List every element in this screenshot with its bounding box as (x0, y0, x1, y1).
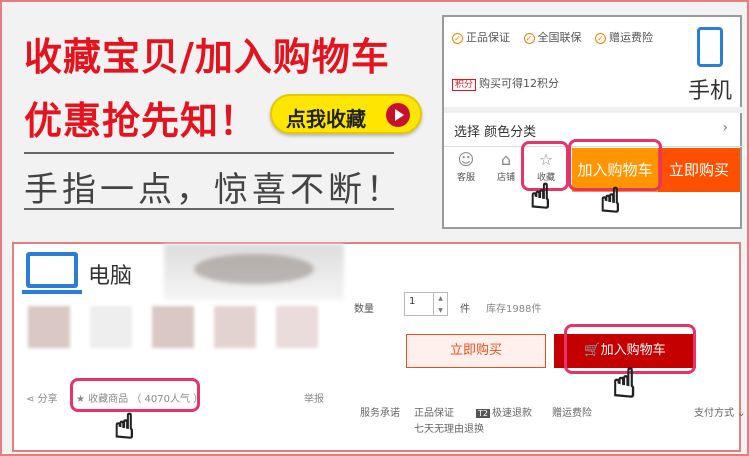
stock-count: 库存1988件 (486, 304, 542, 315)
store-icon: ⌂ (500, 150, 512, 169)
quantity-stepper[interactable]: ▲ ▼ (434, 292, 448, 316)
pointing-hand-icon: ☝ (113, 407, 135, 447)
promo-headline-2: 优惠抢先知！ (24, 99, 259, 143)
check-icon: ✓ (523, 32, 535, 44)
points-info: 积分 购买可得12积分 (452, 75, 559, 91)
mobile-preview-panel: ✓ 正品保证 ✓ 全国联保 ✓ 赠运费险 积分 购买可得12积分 手机 选择 颜色分类 … (442, 15, 744, 229)
service-badge: T2 (476, 409, 490, 418)
service-item: 赠运费险 (552, 408, 592, 419)
service-label: 服务承诺 (360, 408, 400, 419)
report-link[interactable]: 举报 (304, 390, 324, 405)
pointing-hand-icon: ☝ (611, 361, 637, 407)
play-icon (386, 103, 410, 127)
monitor-icon (22, 252, 82, 294)
product-thumbnail[interactable] (152, 306, 194, 348)
mobile-device-label: 手机 (688, 79, 733, 104)
collect-now-button[interactable]: 点我收藏 (270, 94, 422, 134)
quantity-unit: 件 (460, 304, 470, 315)
points-text: 购买可得12积分 (479, 77, 560, 90)
pointing-hand-icon: ☝ (599, 181, 621, 221)
guarantee-item: 全国联保 (537, 31, 582, 44)
desktop-buy-now-button[interactable]: 立即购买 (406, 334, 546, 368)
divider (24, 208, 394, 210)
service-item: 正品保证 (414, 408, 454, 419)
service-item: T2 极速退款 (476, 404, 532, 419)
check-icon: ✓ (452, 32, 463, 44)
customer-service-icon: ☺ (457, 150, 475, 169)
promo-banner: 收藏宝贝/加入购物车 优惠抢先知！ 点我收藏 手指一点，惊喜不断！ ✓ 正品保证 … (0, 0, 749, 456)
favorite-link-highlight (70, 378, 200, 412)
check-icon: ✓ (595, 32, 606, 44)
guarantee-item: 赠运费险 (609, 31, 653, 44)
divider (24, 152, 394, 154)
points-tag: 积分 (452, 79, 477, 91)
product-thumbnail[interactable] (214, 306, 256, 348)
pointing-hand-icon: ☝ (529, 177, 551, 217)
section-divider (444, 107, 744, 113)
product-thumbnail[interactable] (90, 306, 132, 348)
share-label: 分享 (37, 394, 58, 405)
share-link[interactable]: ⋖ 分享 (26, 390, 58, 405)
collect-now-label: 点我收藏 (286, 107, 366, 131)
product-thumbnail[interactable] (276, 306, 318, 348)
chevron-right-icon[interactable]: › (722, 120, 728, 136)
guarantee-list: ✓ 正品保证 ✓ 全国联保 ✓ 赠运费险 (452, 29, 663, 45)
quantity-input[interactable]: 1 (404, 292, 434, 316)
product-thumbnail[interactable] (28, 306, 70, 348)
promo-headline-1: 收藏宝贝/加入购物车 (24, 35, 390, 79)
sku-select-row[interactable]: 选择 颜色分类 (454, 121, 536, 140)
desktop-device-label: 电脑 (88, 264, 133, 289)
service-text: 极速退款 (491, 408, 532, 419)
guarantee-item: 正品保证 (466, 31, 510, 44)
mobile-buy-now-button[interactable]: 立即购买 (658, 148, 740, 192)
promo-tagline: 手指一点，惊喜不断！ (24, 170, 404, 210)
payment-method-dropdown[interactable]: 支付方式 ⌄ (694, 404, 746, 419)
product-main-image (164, 244, 344, 300)
store-button[interactable]: ⌂ 店铺 (486, 150, 526, 183)
customer-service-button[interactable]: ☺ 客服 (446, 150, 486, 183)
quantity-label: 数量 (354, 304, 374, 315)
phone-icon (697, 27, 723, 67)
tool-label: 店铺 (496, 173, 515, 183)
return-policy: 七天无理由退换 (414, 424, 484, 435)
tool-label: 客服 (456, 173, 475, 183)
